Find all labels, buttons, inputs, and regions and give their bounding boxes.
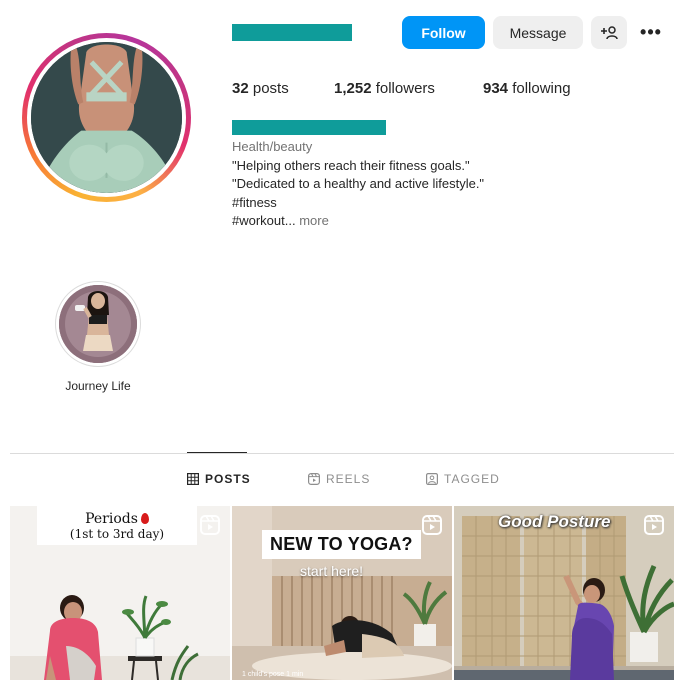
reels-icon [308, 473, 320, 485]
active-tab-indicator [187, 452, 247, 453]
post-2-title: NEW TO YOGA? [262, 530, 421, 559]
reel-icon [200, 515, 220, 535]
posts-count: 32 [232, 80, 249, 97]
tagged-icon [426, 473, 438, 485]
more-options-button[interactable]: ••• [636, 16, 666, 49]
bio-line-3: #fitness [232, 194, 277, 210]
bio-line-2: "Dedicated to a healthy and active lifes… [232, 176, 485, 191]
profile-category: Health/beauty [232, 139, 313, 154]
profile-bio: Health/beauty "Helping others reach thei… [232, 138, 484, 231]
highlight-cover [59, 285, 137, 363]
highlight-cover-image [59, 285, 137, 363]
tab-posts-label: POSTS [205, 472, 251, 486]
bio-line-1: "Helping others reach their fitness goal… [232, 157, 470, 173]
tabs-divider [10, 453, 674, 454]
followers-count: 1,252 [334, 80, 372, 97]
follow-button[interactable]: Follow [402, 16, 485, 49]
redacted-display-name [232, 120, 386, 135]
post-tile[interactable]: Good Posture [454, 506, 674, 680]
bio-line-4: #workout... [232, 213, 296, 228]
reel-icon [422, 515, 442, 535]
grid-icon [187, 473, 199, 485]
redacted-username [232, 24, 352, 41]
highlight-label: Journey Life [65, 379, 131, 393]
reel-icon [644, 515, 664, 535]
following-label: following [512, 80, 571, 97]
highlight-ring [55, 281, 141, 367]
post-3-image [454, 506, 674, 680]
more-options-icon: ••• [640, 22, 662, 42]
story-highlight[interactable]: Journey Life [55, 281, 141, 393]
blood-drop-icon [140, 513, 149, 524]
profile-avatar[interactable] [31, 42, 182, 193]
tab-posts[interactable]: POSTS [187, 472, 251, 486]
tab-tagged-label: TAGGED [444, 472, 500, 486]
post-tile[interactable]: Periods (1st to 3rd day) [10, 506, 230, 680]
post-2-footer: 1 child's pose 1 min [242, 671, 304, 678]
profile-avatar-ring[interactable] [22, 33, 191, 202]
post-1-caption-line-2: (1st to 3rd day) [69, 527, 165, 541]
tab-reels[interactable]: REELS [308, 472, 370, 486]
post-2-subtitle: start here! [300, 563, 364, 579]
followers-label: followers [375, 80, 435, 97]
posts-stat: 32 posts [232, 80, 289, 97]
following-count: 934 [483, 80, 509, 97]
tab-tagged[interactable]: TAGGED [426, 472, 500, 486]
suggest-similar-button[interactable] [591, 16, 627, 49]
post-1-caption-line-1: Periods [85, 511, 138, 527]
message-button[interactable]: Message [493, 16, 583, 49]
avatar-border [27, 38, 186, 197]
post-3-title: Good Posture [498, 512, 611, 531]
post-tile[interactable]: NEW TO YOGA? start here! 1 child's pose … [232, 506, 452, 680]
add-person-icon [601, 25, 618, 39]
tab-reels-label: REELS [326, 472, 371, 486]
bio-more-link[interactable]: more [299, 213, 329, 228]
following-stat[interactable]: 934 following [483, 80, 571, 97]
post-1-caption: Periods (1st to 3rd day) [37, 506, 197, 545]
bio-line-4-wrap: #workout... more [232, 212, 484, 231]
avatar-photo-image [31, 42, 182, 193]
followers-stat[interactable]: 1,252 followers [334, 80, 435, 97]
posts-label: posts [252, 80, 289, 97]
